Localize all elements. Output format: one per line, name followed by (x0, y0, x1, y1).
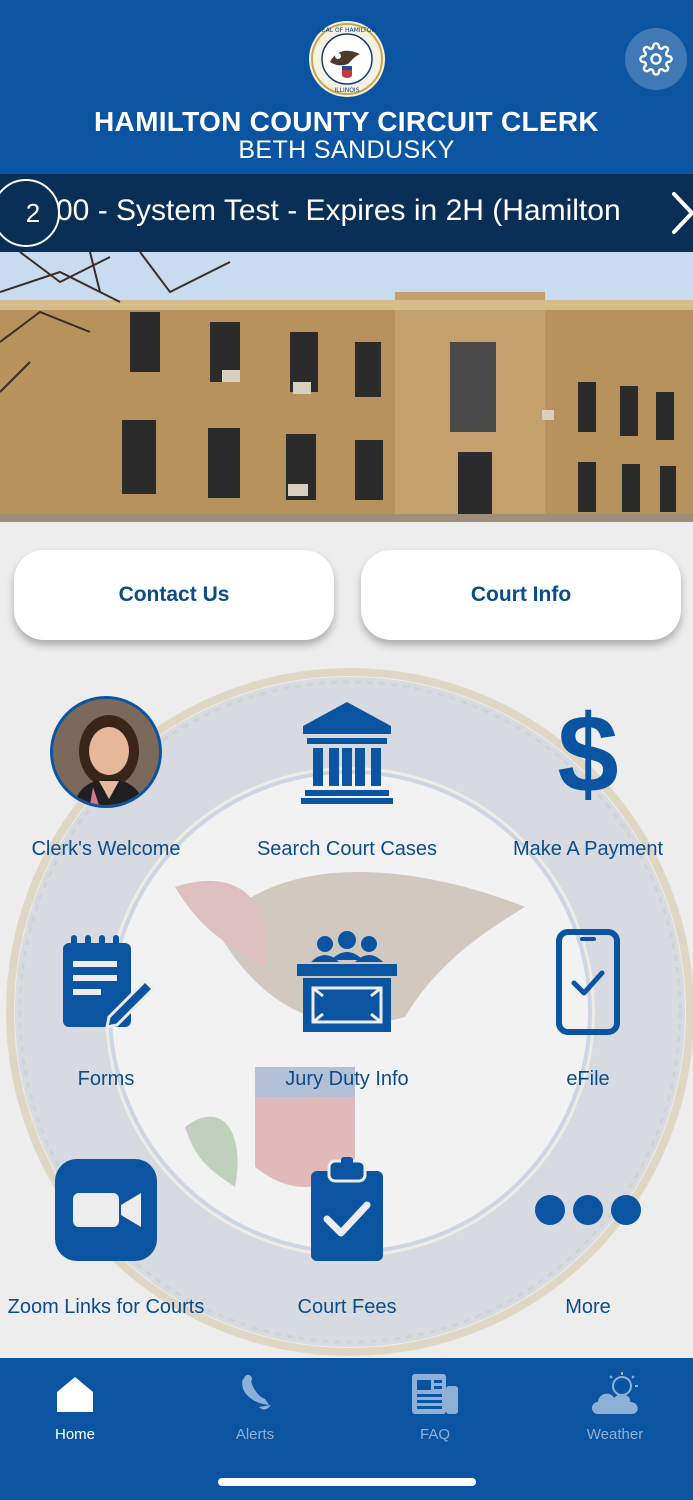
more-dots-icon (535, 1195, 641, 1225)
tile-label: Forms (77, 1068, 135, 1090)
tile-label: More (565, 1296, 611, 1318)
svg-text:$: $ (557, 696, 618, 808)
bell-icon (242, 1375, 271, 1410)
video-camera-icon (55, 1159, 157, 1261)
svg-text:SEAL OF HAMILTON: SEAL OF HAMILTON (318, 27, 376, 34)
tile-label: Search Court Cases (256, 838, 438, 860)
clerk-avatar (50, 696, 162, 808)
tile-label: Jury Duty Info (285, 1068, 409, 1090)
courthouse-photo (0, 252, 693, 522)
alert-ticker-text: 00 - System Test - Expires in 2H (Hamilt… (56, 194, 621, 227)
tile-zoom-links[interactable]: Zoom Links for Courts (0, 1150, 226, 1350)
alert-count-badge: 2 (0, 179, 60, 247)
form-edit-icon (63, 935, 155, 1029)
tile-label: eFile (566, 1068, 610, 1090)
tab-alerts[interactable]: Alerts (195, 1370, 315, 1450)
tab-faq[interactable]: FAQ (375, 1370, 495, 1450)
cloud-sun-icon (592, 1372, 638, 1414)
tile-court-fees[interactable]: Court Fees (227, 1150, 467, 1350)
tab-label: FAQ (419, 1426, 450, 1443)
svg-text:ILLINOIS: ILLINOIS (334, 87, 359, 94)
home-icon (57, 1377, 93, 1412)
page-title: HAMILTON COUNTY CIRCUIT CLERK (94, 106, 599, 137)
clerk-name: BETH SANDUSKY (238, 136, 455, 164)
tile-more[interactable]: More (468, 1150, 693, 1350)
newspaper-icon (412, 1374, 458, 1414)
settings-button[interactable] (625, 28, 687, 90)
tab-home[interactable]: Home (15, 1370, 135, 1450)
tile-label: Zoom Links for Courts (7, 1296, 205, 1318)
app-header: SEAL OF HAMILTON ILLINOIS HAMILTON COUNT… (0, 0, 693, 174)
county-seal-logo: SEAL OF HAMILTON ILLINOIS (309, 21, 385, 97)
jury-box-icon (297, 931, 397, 1032)
alert-ticker[interactable]: 00 - System Test - Expires in 2H (Hamilt… (0, 174, 693, 252)
dollar-icon: $ (557, 696, 618, 808)
courthouse-icon (301, 702, 393, 804)
tile-make-a-payment[interactable]: $ Make A Payment (468, 692, 693, 892)
clipboard-check-icon (311, 1157, 383, 1261)
tile-forms[interactable]: Forms (0, 922, 226, 1122)
tile-label: Clerk's Welcome (31, 838, 181, 860)
tile-search-court-cases[interactable]: Search Court Cases (227, 692, 467, 892)
gear-icon (639, 42, 673, 76)
tile-label: Court Fees (297, 1296, 397, 1318)
tile-jury-duty-info[interactable]: Jury Duty Info (227, 922, 467, 1122)
home-indicator (218, 1478, 476, 1486)
phone-check-icon (556, 929, 620, 1035)
chevron-right-icon[interactable] (668, 188, 693, 238)
tab-weather[interactable]: Weather (555, 1370, 675, 1450)
tab-label: Home (54, 1426, 95, 1443)
tab-label: Alerts (235, 1426, 275, 1443)
court-info-button[interactable]: Court Info (361, 550, 681, 640)
home-content: Contact Us Court Info Clerk's Welcome Se… (0, 522, 693, 1358)
contact-us-button[interactable]: Contact Us (14, 550, 334, 640)
tile-efile[interactable]: eFile (468, 922, 693, 1122)
tab-label: Weather (586, 1426, 644, 1443)
tile-clerks-welcome[interactable]: Clerk's Welcome (0, 692, 226, 892)
tile-label: Make A Payment (512, 838, 664, 860)
